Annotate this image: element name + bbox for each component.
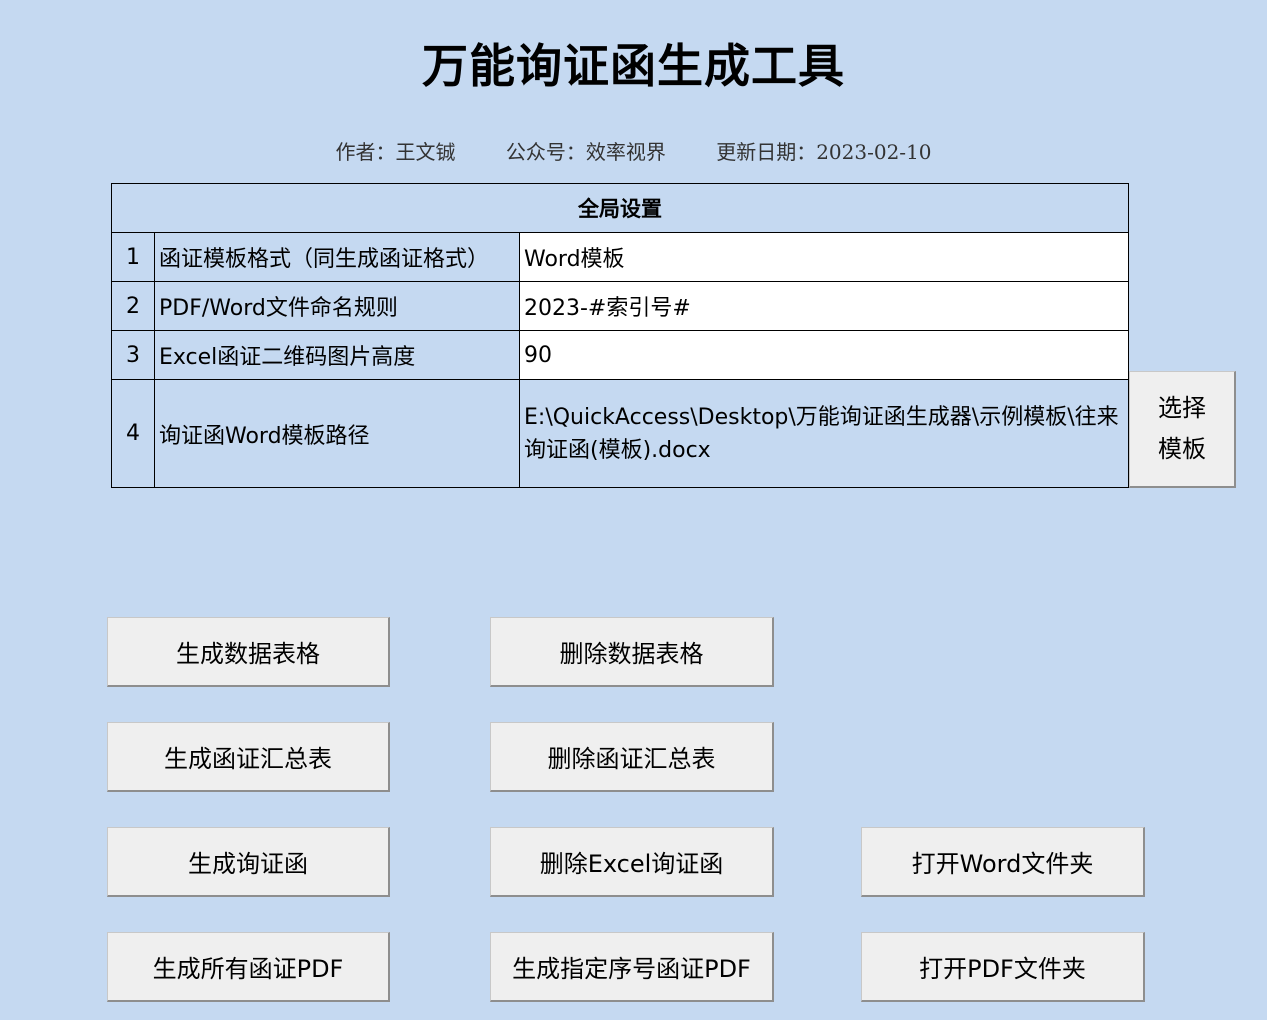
table-row: 2 PDF/Word文件命名规则 2023-#索引号#	[111, 281, 1129, 331]
select-template-button[interactable]: 选择 模板	[1129, 371, 1236, 488]
generate-data-table-button[interactable]: 生成数据表格	[107, 617, 390, 687]
delete-excel-letter-button[interactable]: 删除Excel询证函	[490, 827, 774, 897]
open-word-folder-button[interactable]: 打开Word文件夹	[861, 827, 1145, 897]
row-number: 1	[111, 232, 155, 282]
select-template-label-line1: 选择	[1158, 394, 1206, 422]
table-row: 3 Excel函证二维码图片高度 90	[111, 330, 1129, 380]
generate-selected-pdf-button[interactable]: 生成指定序号函证PDF	[490, 932, 774, 1002]
select-template-label-line2: 模板	[1158, 435, 1206, 463]
delete-summary-table-button[interactable]: 删除函证汇总表	[490, 722, 774, 792]
page-title: 万能询证函生成工具	[422, 39, 845, 93]
table-row: 1 函证模板格式（同生成函证格式） Word模板	[111, 232, 1129, 282]
delete-data-table-button[interactable]: 删除数据表格	[490, 617, 774, 687]
template-path-cell[interactable]: E:\QuickAccess\Desktop\万能询证函生成器\示例模板\往来询…	[519, 379, 1129, 488]
row-number: 3	[111, 330, 155, 380]
setting-label: Excel函证二维码图片高度	[154, 330, 520, 380]
template-format-cell[interactable]: Word模板	[519, 232, 1129, 282]
generate-all-pdf-button[interactable]: 生成所有函证PDF	[107, 932, 390, 1002]
author-text: 作者：王文铖	[335, 140, 456, 164]
setting-label: 函证模板格式（同生成函证格式）	[154, 232, 520, 282]
setting-label: PDF/Word文件命名规则	[154, 281, 520, 331]
settings-header: 全局设置	[111, 183, 1129, 233]
generate-summary-table-button[interactable]: 生成函证汇总表	[107, 722, 390, 792]
credits-line: 作者：王文铖 公众号：效率视界 更新日期：2023-02-10	[0, 136, 1267, 165]
update-date-text: 更新日期：2023-02-10	[716, 140, 932, 164]
row-number: 2	[111, 281, 155, 331]
global-settings-table: 全局设置 1 函证模板格式（同生成函证格式） Word模板 2 PDF/Word…	[111, 183, 1129, 488]
wechat-text: 公众号：效率视界	[505, 140, 666, 164]
row-number: 4	[111, 379, 155, 488]
naming-rule-cell[interactable]: 2023-#索引号#	[519, 281, 1129, 331]
open-pdf-folder-button[interactable]: 打开PDF文件夹	[861, 932, 1145, 1002]
generate-letter-button[interactable]: 生成询证函	[107, 827, 390, 897]
table-row: 4 询证函Word模板路径 E:\QuickAccess\Desktop\万能询…	[111, 379, 1129, 488]
setting-label: 询证函Word模板路径	[154, 379, 520, 488]
qr-height-cell[interactable]: 90	[519, 330, 1129, 380]
